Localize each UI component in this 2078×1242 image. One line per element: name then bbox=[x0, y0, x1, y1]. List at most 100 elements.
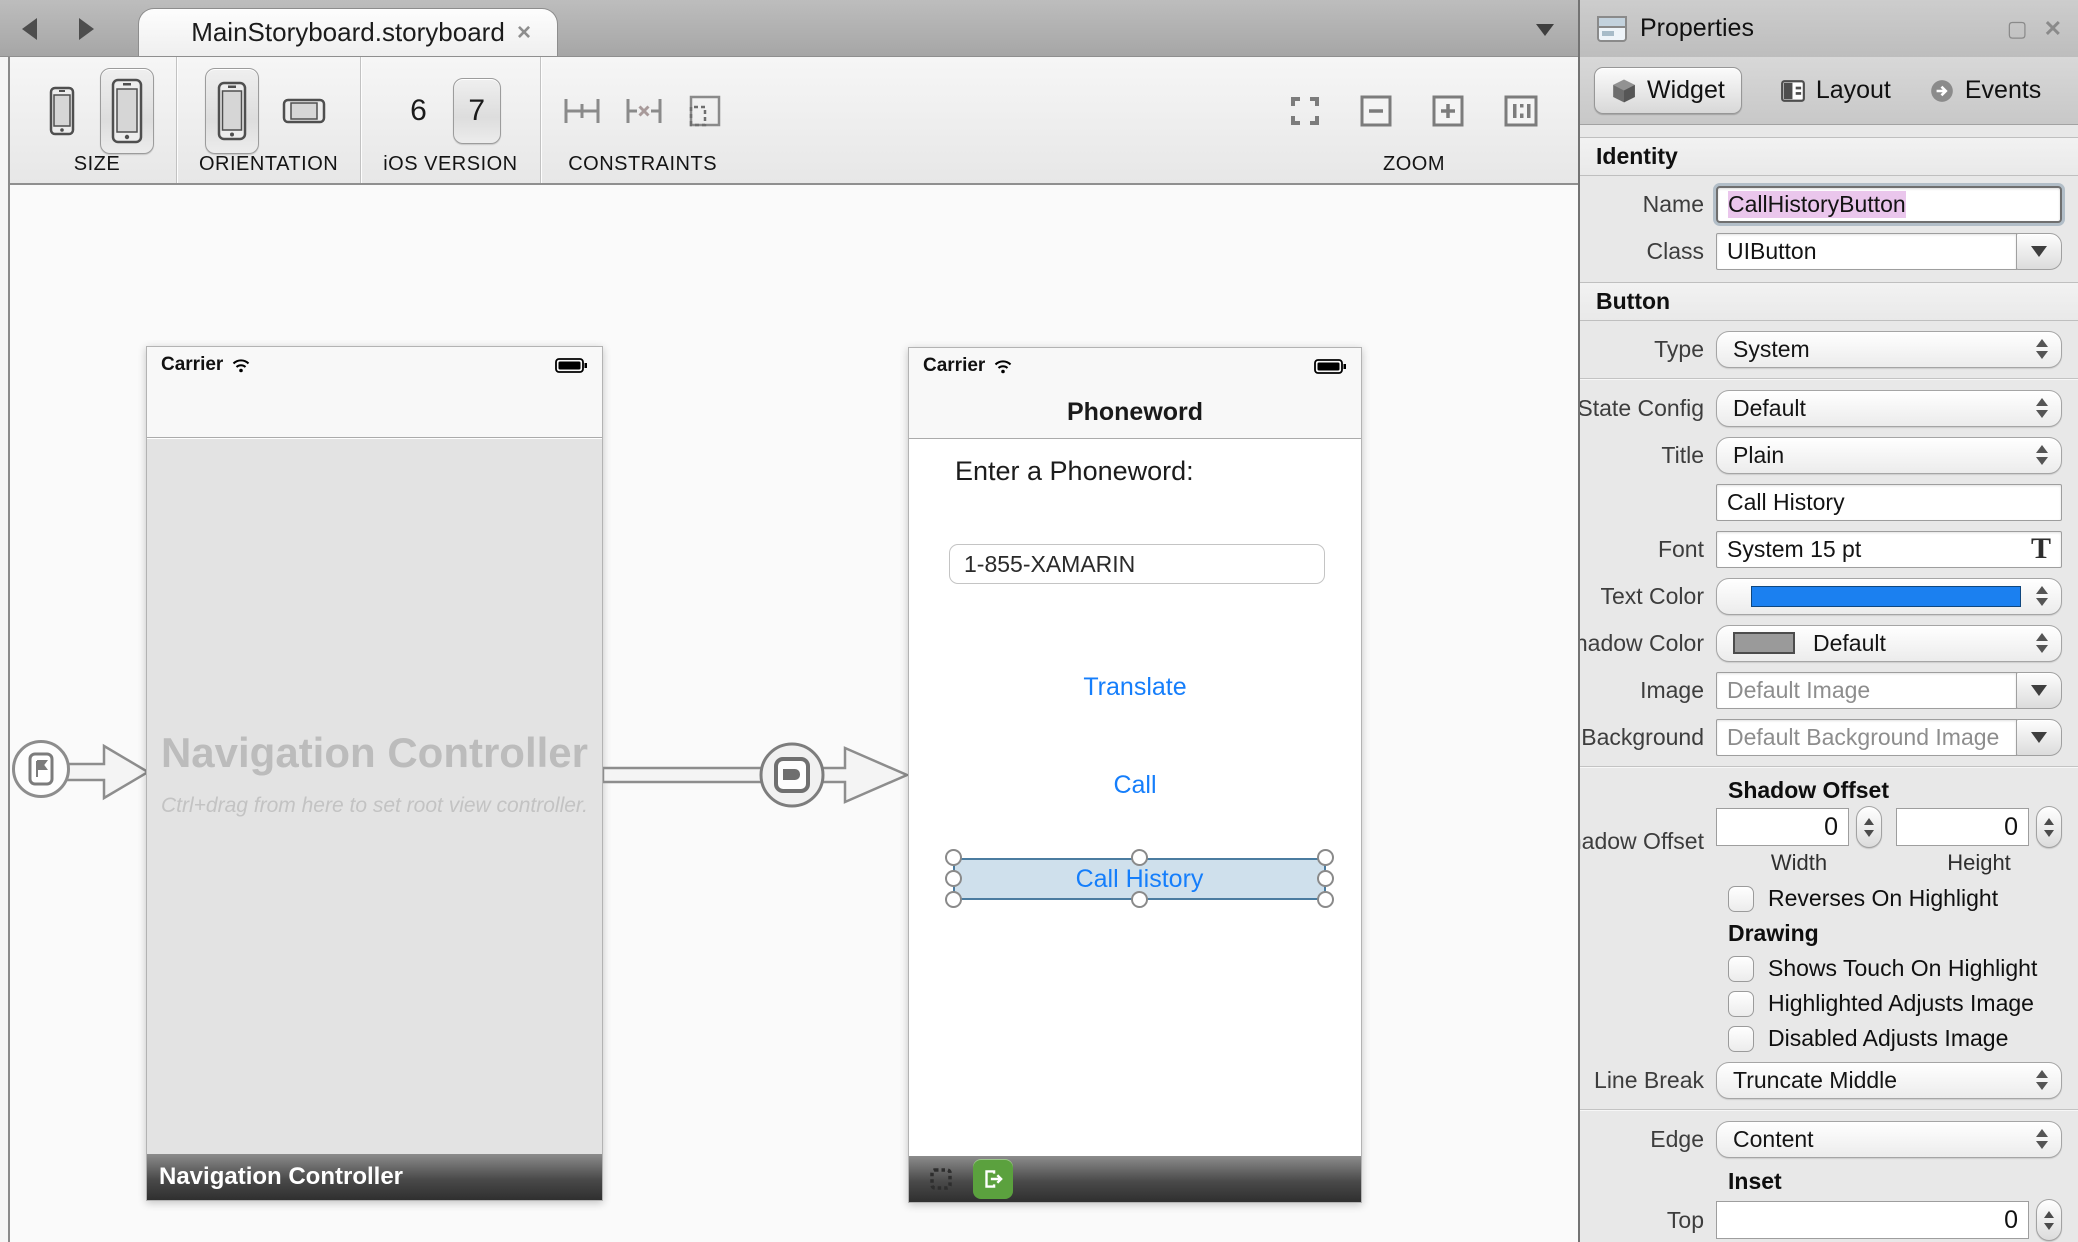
width-stepper[interactable] bbox=[1856, 806, 1882, 848]
tab-events[interactable]: Events bbox=[1929, 76, 2041, 105]
class-value[interactable]: UIButton bbox=[1716, 233, 2017, 270]
tab-mainstoryboard[interactable]: MainStoryboard.storyboard × bbox=[138, 8, 558, 56]
state-config-popup[interactable]: Default bbox=[1716, 390, 2062, 427]
inset-header: Inset bbox=[1728, 1168, 2078, 1195]
class-combo[interactable]: UIButton bbox=[1716, 233, 2062, 270]
selection-handle[interactable] bbox=[945, 891, 962, 908]
button-title-input[interactable]: Call History bbox=[1716, 484, 2062, 521]
float-panel-icon[interactable]: ▢ bbox=[2007, 16, 2028, 42]
shadow-color-popup[interactable]: Default bbox=[1716, 625, 2062, 662]
orientation-portrait-button[interactable] bbox=[205, 68, 259, 154]
reverses-on-highlight-checkbox[interactable] bbox=[1728, 886, 1754, 912]
zoom-out-icon[interactable] bbox=[1360, 95, 1392, 127]
selection-handle[interactable] bbox=[1317, 891, 1334, 908]
navigation-controller-scene[interactable]: Carrier Navigat bbox=[146, 346, 603, 1201]
ios7-button[interactable]: 7 bbox=[453, 78, 501, 144]
shows-touch-on-highlight-checkbox[interactable] bbox=[1728, 956, 1754, 982]
name-input[interactable]: CallHistoryButton bbox=[1716, 186, 2062, 223]
phone-small-icon bbox=[49, 86, 75, 136]
top-inset-label: Top bbox=[1580, 1207, 1716, 1234]
scene-footer-bar[interactable]: Navigation Controller bbox=[147, 1154, 602, 1200]
root-segue-arrow[interactable] bbox=[603, 740, 911, 810]
orientation-landscape-button[interactable] bbox=[275, 72, 333, 150]
entry-flag-icon bbox=[28, 752, 54, 786]
translate-button[interactable]: Translate bbox=[909, 673, 1361, 702]
popup-arrows-icon bbox=[2036, 586, 2048, 606]
font-value: System 15 pt bbox=[1727, 536, 1861, 563]
type-popup[interactable]: System bbox=[1716, 331, 2062, 368]
zoom-label: ZOOM bbox=[1383, 153, 1445, 176]
close-panel-icon[interactable]: ✕ bbox=[2044, 16, 2062, 42]
tab-layout-label: Layout bbox=[1816, 76, 1891, 105]
selection-handle[interactable] bbox=[1317, 870, 1334, 887]
image-value[interactable]: Default Image bbox=[1716, 672, 2017, 709]
tab-layout[interactable]: Layout bbox=[1780, 76, 1891, 105]
zoom-in-icon[interactable] bbox=[1432, 95, 1464, 127]
phoneword-text-field[interactable]: 1-855-XAMARIN bbox=[949, 544, 1325, 584]
size-large-phone-button[interactable] bbox=[100, 68, 154, 154]
tab-title: MainStoryboard.storyboard bbox=[191, 17, 505, 48]
selection-handle[interactable] bbox=[1131, 891, 1148, 908]
edge-value: Content bbox=[1733, 1126, 1814, 1153]
background-combo[interactable]: Default Background Image bbox=[1716, 719, 2062, 756]
nav-controller-content[interactable]: Navigation Controller Ctrl+drag from her… bbox=[147, 439, 602, 1154]
popup-arrows-icon bbox=[2036, 398, 2048, 418]
tab-widget[interactable]: Widget bbox=[1594, 67, 1742, 114]
shadow-offset-width-input[interactable]: 0 bbox=[1716, 808, 1849, 846]
scene-footer-bar[interactable] bbox=[909, 1156, 1361, 1202]
font-picker-icon[interactable]: T bbox=[2031, 534, 2051, 564]
scene-footer-label: Navigation Controller bbox=[159, 1163, 403, 1191]
text-color-popup[interactable] bbox=[1716, 578, 2062, 615]
storyboard-canvas[interactable]: Carrier Navigat bbox=[10, 187, 1578, 1242]
call-button[interactable]: Call bbox=[909, 771, 1361, 800]
tab-close-icon[interactable]: × bbox=[517, 21, 531, 45]
title-popup[interactable]: Plain bbox=[1716, 437, 2062, 474]
font-label: Font bbox=[1580, 536, 1716, 563]
line-break-popup[interactable]: Truncate Middle bbox=[1716, 1062, 2062, 1099]
view-controller-icon[interactable] bbox=[921, 1159, 961, 1199]
class-dropdown-button[interactable] bbox=[2016, 233, 2062, 270]
background-dropdown-button[interactable] bbox=[2016, 719, 2062, 756]
highlighted-adjusts-image-label: Highlighted Adjusts Image bbox=[1768, 990, 2034, 1017]
ios6-button[interactable]: 6 bbox=[400, 94, 437, 128]
background-value[interactable]: Default Background Image bbox=[1716, 719, 2017, 756]
enter-phoneword-label[interactable]: Enter a Phoneword: bbox=[955, 456, 1194, 487]
zoom-actual-size-icon[interactable] bbox=[1504, 95, 1538, 127]
selection-handle[interactable] bbox=[1317, 849, 1334, 866]
font-input[interactable]: System 15 pt T bbox=[1716, 531, 2062, 568]
top-inset-input[interactable]: 0 bbox=[1716, 1201, 2029, 1239]
shadow-offset-height-input[interactable]: 0 bbox=[1896, 808, 2029, 846]
properties-panel: Properties ▢ ✕ Widget bbox=[1578, 0, 2078, 1242]
shadow-color-swatch bbox=[1733, 632, 1795, 654]
add-constraint-icon[interactable] bbox=[563, 94, 601, 128]
top-inset-stepper[interactable] bbox=[2036, 1199, 2062, 1241]
size-small-phone-button[interactable] bbox=[40, 72, 84, 150]
battery-icon bbox=[1314, 359, 1347, 374]
disabled-adjusts-image-label: Disabled Adjusts Image bbox=[1768, 1025, 2008, 1052]
dropdown-arrow-icon bbox=[2031, 685, 2047, 696]
height-sublabel: Height bbox=[1896, 850, 2062, 876]
highlighted-adjusts-image-checkbox[interactable] bbox=[1728, 991, 1754, 1017]
status-bar: Carrier bbox=[909, 348, 1361, 384]
phoneword-scene[interactable]: Carrier Phoneword bbox=[908, 347, 1362, 1203]
back-arrow-icon[interactable] bbox=[22, 18, 37, 40]
tab-overflow-menu-icon[interactable] bbox=[1536, 24, 1554, 36]
collapsed-left-panel-edge[interactable] bbox=[0, 57, 10, 1242]
name-label: Name bbox=[1580, 191, 1716, 218]
edge-popup[interactable]: Content bbox=[1716, 1121, 2062, 1158]
image-combo[interactable]: Default Image bbox=[1716, 672, 2062, 709]
height-stepper[interactable] bbox=[2036, 806, 2062, 848]
zoom-fit-icon[interactable] bbox=[1290, 96, 1320, 126]
exit-segue-icon[interactable] bbox=[973, 1159, 1013, 1199]
disabled-adjusts-image-checkbox[interactable] bbox=[1728, 1026, 1754, 1052]
selection-handle[interactable] bbox=[945, 870, 962, 887]
storyboard-entry-badge[interactable] bbox=[12, 740, 70, 798]
resize-constraint-icon[interactable] bbox=[687, 93, 723, 129]
image-dropdown-button[interactable] bbox=[2016, 672, 2062, 709]
nav-controller-navbar: Carrier bbox=[147, 347, 602, 438]
selection-handle[interactable] bbox=[945, 849, 962, 866]
selection-handle[interactable] bbox=[1131, 849, 1148, 866]
phone-large-icon bbox=[111, 78, 143, 144]
remove-constraint-icon[interactable] bbox=[625, 94, 663, 128]
forward-arrow-icon[interactable] bbox=[79, 18, 94, 40]
